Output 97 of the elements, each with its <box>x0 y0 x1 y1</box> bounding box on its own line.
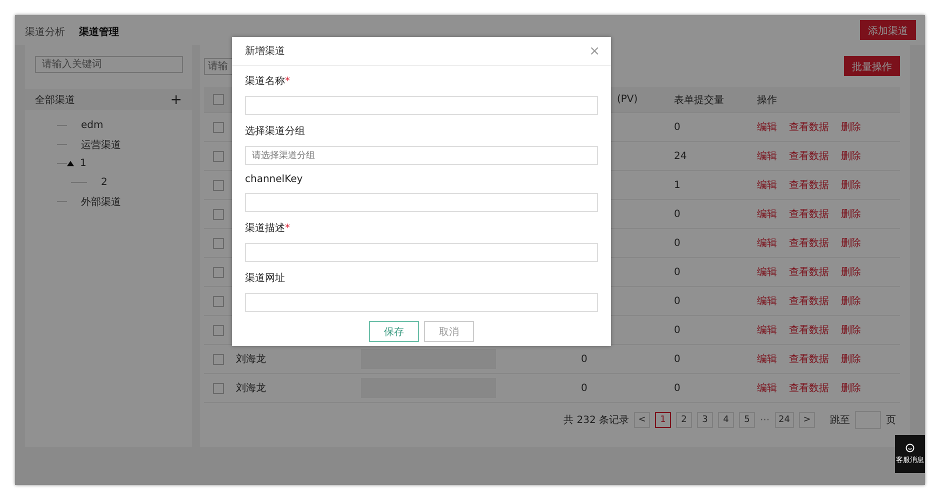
table-cell: 0 <box>581 354 588 364</box>
cancel-button[interactable]: 取消 <box>424 321 474 342</box>
action-link[interactable]: 删除 <box>841 149 861 163</box>
action-link[interactable]: 查看数据 <box>789 352 829 366</box>
field-label: 渠道名称* <box>245 74 291 88</box>
search-field[interactable]: 请输入关键词 <box>35 56 183 73</box>
checkbox[interactable] <box>212 324 224 336</box>
action-link[interactable]: 删除 <box>841 236 861 250</box>
table-cell-text: 0 <box>674 266 682 278</box>
expand-icon[interactable] <box>67 160 74 167</box>
table-cell-text: 1 <box>674 180 682 190</box>
field-label: channelKey <box>245 174 304 185</box>
next-page-button[interactable]: > <box>799 412 815 428</box>
table-cell-text: 0 <box>674 122 682 132</box>
page-button[interactable]: 24 <box>774 412 794 428</box>
page-button[interactable]: 1 <box>655 412 671 428</box>
tab[interactable]: 渠道分析 <box>25 25 65 48</box>
action-link[interactable]: 删除 <box>841 178 861 192</box>
action-link[interactable]: 删除 <box>841 207 861 221</box>
checkbox[interactable] <box>212 122 224 132</box>
action-link[interactable]: 编辑 <box>757 265 777 279</box>
action-link[interactable]: 删除 <box>841 294 861 308</box>
action-link[interactable]: 查看数据 <box>789 265 829 279</box>
total-count: 共 232 条记录 <box>564 414 629 427</box>
column-header: 操作 <box>757 94 777 106</box>
action-link[interactable]: 删除 <box>841 323 861 337</box>
action-link[interactable]: 删除 <box>841 120 861 134</box>
action-link[interactable]: 查看数据 <box>789 149 829 163</box>
checkbox[interactable] <box>212 266 224 278</box>
table-cell-text: 0 <box>674 382 682 394</box>
table-cell-text: 24 <box>674 150 688 162</box>
table-cell-text: 0 <box>674 324 682 336</box>
action-link[interactable]: 编辑 <box>757 352 777 366</box>
input-field[interactable] <box>245 96 598 115</box>
checkbox[interactable] <box>212 94 224 105</box>
action-link[interactable]: 编辑 <box>757 149 777 163</box>
page-button[interactable]: 2 <box>676 412 692 428</box>
page-button[interactable]: 3 <box>697 412 713 428</box>
batch-action-button[interactable]: 批量操作 <box>844 56 900 76</box>
tree-item[interactable]: 运营渠道 <box>81 138 121 152</box>
input-field[interactable]: 请选择渠道分组 <box>245 146 598 165</box>
tree-item[interactable]: 1 <box>80 158 86 169</box>
action-link[interactable]: 编辑 <box>757 178 777 192</box>
page-suffix: 页 <box>886 414 896 427</box>
input-field[interactable] <box>245 293 598 312</box>
action-link[interactable]: 查看数据 <box>789 120 829 134</box>
checkbox[interactable] <box>212 238 224 248</box>
action-link[interactable]: 查看数据 <box>789 207 829 221</box>
add-channel-button[interactable]: 添加渠道 <box>860 20 916 40</box>
checkbox[interactable] <box>212 208 224 220</box>
action-link[interactable]: 查看数据 <box>789 178 829 192</box>
tree-item[interactable]: edm <box>81 120 104 131</box>
close-icon[interactable]: × <box>589 44 600 58</box>
table-cell-text: 0 <box>674 238 682 248</box>
field-label: 渠道网址 <box>245 272 286 285</box>
column-header: (PV) <box>616 94 638 105</box>
checkbox[interactable] <box>212 150 224 162</box>
action-link[interactable]: 删除 <box>841 352 861 366</box>
action-link[interactable]: 查看数据 <box>789 236 829 250</box>
page-ellipsis: ··· <box>760 414 770 426</box>
tree-item[interactable]: 2 <box>101 177 108 188</box>
column-header: 表单提交量 <box>674 94 725 106</box>
action-link[interactable]: 编辑 <box>757 207 777 221</box>
checkbox[interactable] <box>212 354 224 364</box>
action-link[interactable]: 查看数据 <box>789 381 829 395</box>
table-cell-text: 0 <box>674 208 682 220</box>
table-cell: 刘海龙 <box>236 354 266 365</box>
action-link[interactable]: 编辑 <box>757 236 777 250</box>
checkbox[interactable] <box>212 382 224 394</box>
table-cell-text: 0 <box>674 296 682 306</box>
input-field[interactable] <box>245 243 598 262</box>
page-button[interactable]: 4 <box>718 412 734 428</box>
save-button[interactable]: 保存 <box>369 321 419 342</box>
field-label: 渠道描述* <box>245 222 291 235</box>
chat-icon <box>905 443 915 453</box>
tree-title: 全部渠道 <box>35 94 75 106</box>
checkbox[interactable] <box>212 180 224 190</box>
action-link[interactable]: 编辑 <box>757 381 777 395</box>
table-cell-text: 0 <box>674 354 682 364</box>
action-link[interactable]: 查看数据 <box>789 323 829 337</box>
action-link[interactable]: 查看数据 <box>789 294 829 308</box>
action-link[interactable]: 编辑 <box>757 294 777 308</box>
field-label: 选择渠道分组 <box>245 124 306 138</box>
checkbox[interactable] <box>212 296 224 306</box>
page-button[interactable]: 5 <box>739 412 755 428</box>
table-cell: 刘海龙 <box>236 383 266 394</box>
add-icon[interactable]: + <box>170 92 182 108</box>
prev-page-button[interactable]: < <box>634 412 650 428</box>
action-link[interactable]: 删除 <box>841 265 861 279</box>
table-cell: 0 <box>581 382 588 394</box>
action-link[interactable]: 编辑 <box>757 323 777 337</box>
dialog-title: 新增渠道 <box>245 44 285 58</box>
jump-label: 跳至 <box>830 414 850 427</box>
action-link[interactable]: 编辑 <box>757 120 777 134</box>
action-link[interactable]: 删除 <box>841 381 861 395</box>
tree-item[interactable]: 外部渠道 <box>81 194 121 208</box>
input-field[interactable] <box>245 193 598 212</box>
